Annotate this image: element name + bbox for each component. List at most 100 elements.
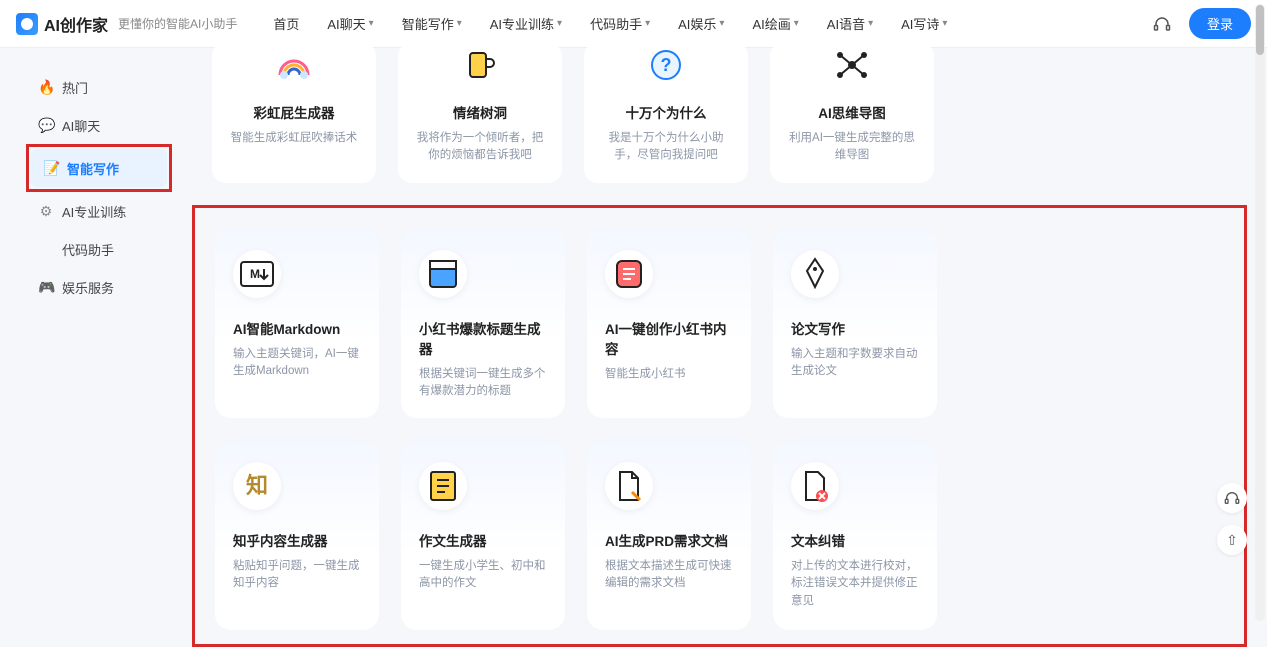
sidebar-label: AI聊天	[62, 116, 100, 135]
card-desc: 智能生成彩虹屁吹捧话术	[231, 130, 358, 147]
tool-card[interactable]: 小红书爆款标题生成器 根据关键词一键生成多个有爆款潜力的标题	[401, 228, 565, 419]
sidebar-item-1[interactable]: 💬 AI聊天	[26, 106, 210, 144]
grid-row: M AI智能Markdown 输入主题关键词，AI一键生成Markdown 小红…	[215, 228, 1224, 419]
feature-card[interactable]: AI思维导图 利用AI一键生成完整的思维导图	[770, 42, 934, 183]
sidebar-icon: 🎮	[38, 279, 54, 296]
tool-card[interactable]: M AI智能Markdown 输入主题关键词，AI一键生成Markdown	[215, 228, 379, 419]
chevron-down-icon: ▾	[645, 18, 650, 29]
card-title: AI一键创作小红书内容	[605, 318, 733, 358]
sidebar-item-3[interactable]: ⚙ AI专业训练	[26, 192, 210, 230]
header-right: 登录	[1153, 8, 1251, 39]
sidebar-item-4[interactable]: 代码助手	[26, 230, 210, 268]
writing-tools-grid: M AI智能Markdown 输入主题关键词，AI一键生成Markdown 小红…	[192, 205, 1247, 647]
tool-card[interactable]: 知 知乎内容生成器 粘贴知乎问题，一键生成知乎内容	[215, 440, 379, 630]
sidebar-label: 娱乐服务	[62, 278, 114, 297]
top-nav: 首页AI聊天▾智能写作▾AI专业训练▾代码助手▾AI娱乐▾AI绘画▾AI语音▾A…	[273, 14, 947, 33]
rainbow-icon	[271, 42, 317, 88]
sidebar-item-0[interactable]: 🔥热门	[26, 68, 210, 106]
grid-row: 知 知乎内容生成器 粘贴知乎问题，一键生成知乎内容 作文生成器 一键生成小学生、…	[215, 440, 1224, 630]
sidebar-icon: 🔥	[38, 79, 54, 96]
nav-item-3[interactable]: AI专业训练▾	[490, 14, 562, 33]
tool-card[interactable]: 论文写作 输入主题和字数要求自动生成论文	[773, 228, 937, 419]
back-to-top-icon[interactable]: ⇧	[1217, 525, 1247, 555]
sidebar-item-2[interactable]: 📝智能写作	[31, 149, 167, 187]
nav-item-1[interactable]: AI聊天 ▾	[327, 14, 373, 33]
card-title: AI思维导图	[818, 102, 886, 122]
login-button[interactable]: 登录	[1189, 8, 1251, 39]
card-title: 小红书爆款标题生成器	[419, 318, 547, 358]
nav-label: AI语音	[827, 14, 865, 33]
tool-card[interactable]: 作文生成器 一键生成小学生、初中和高中的作文	[401, 440, 565, 630]
card-desc: 智能生成小红书	[605, 366, 733, 383]
chevron-down-icon: ▾	[719, 18, 724, 29]
nav-item-6[interactable]: AI绘画▾	[752, 14, 798, 33]
sidebar-label: AI专业训练	[62, 202, 126, 221]
question-icon: ?	[643, 42, 689, 88]
card-desc: 根据文本描述生成可快速编辑的需求文档	[605, 558, 733, 593]
cup-icon	[457, 42, 503, 88]
floating-actions: ⇧	[1217, 483, 1247, 555]
card-title: 十万个为什么	[626, 102, 707, 122]
logo-icon	[16, 13, 38, 35]
sidebar-icon: ⚙	[38, 203, 54, 220]
tool-card[interactable]: AI生成PRD需求文档 根据文本描述生成可快速编辑的需求文档	[587, 440, 751, 630]
card-desc: 粘贴知乎问题，一键生成知乎内容	[233, 558, 361, 593]
card-desc: 一键生成小学生、初中和高中的作文	[419, 558, 547, 593]
chevron-down-icon: ▾	[369, 18, 374, 29]
scrollbar-thumb[interactable]	[1256, 5, 1264, 55]
note-icon	[605, 250, 653, 298]
svg-text:M: M	[250, 267, 260, 281]
nav-label: AI娱乐	[678, 14, 716, 33]
card-title: 作文生成器	[419, 530, 547, 550]
nav-item-8[interactable]: AI写诗▾	[901, 14, 947, 33]
nav-item-0[interactable]: 首页	[273, 14, 299, 33]
card-desc: 利用AI一键生成完整的思维导图	[788, 130, 916, 165]
card-desc: 对上传的文本进行校对，标注错误文本并提供修正意见	[791, 558, 919, 610]
card-title: 情绪树洞	[453, 102, 507, 122]
nav-label: 首页	[273, 14, 299, 33]
card-title: AI生成PRD需求文档	[605, 530, 733, 550]
doc-icon	[419, 462, 467, 510]
brand-name: AI创作家	[44, 12, 108, 36]
nav-label: AI写诗	[901, 14, 939, 33]
support-icon[interactable]	[1217, 483, 1247, 513]
feature-card[interactable]: 情绪树洞 我将作为一个倾听者，把你的烦恼都告诉我吧	[398, 42, 562, 183]
tool-card[interactable]: 文本纠错 对上传的文本进行校对，标注错误文本并提供修正意见	[773, 440, 937, 630]
chevron-down-icon: ▾	[457, 18, 462, 29]
sidebar-label: 代码助手	[62, 240, 114, 259]
nav-item-4[interactable]: 代码助手▾	[590, 14, 650, 33]
scrollbar[interactable]	[1255, 4, 1265, 621]
zhi-icon: 知	[233, 462, 281, 510]
sidebar-icon: 📝	[43, 160, 59, 177]
feature-card[interactable]: ? 十万个为什么 我是十万个为什么小助手，尽管向我提问吧	[584, 42, 748, 183]
chevron-down-icon: ▾	[557, 18, 562, 29]
brand-logo[interactable]: AI创作家	[16, 12, 108, 36]
card-desc: 输入主题和字数要求自动生成论文	[791, 346, 919, 381]
error-icon	[791, 462, 839, 510]
nav-label: AI聊天	[327, 14, 365, 33]
top-feature-row: 彩虹屁生成器 智能生成彩虹屁吹捧话术 情绪树洞 我将作为一个倾听者，把你的烦恼都…	[212, 42, 1247, 183]
prd-icon	[605, 462, 653, 510]
markdown-icon: M	[233, 250, 281, 298]
sidebar-item-5[interactable]: 🎮 娱乐服务	[26, 268, 210, 306]
card-title: 文本纠错	[791, 530, 919, 550]
svg-text:?: ?	[661, 55, 672, 75]
app-header: AI创作家 更懂你的智能AI小助手 首页AI聊天▾智能写作▾AI专业训练▾代码助…	[0, 0, 1267, 48]
nav-item-2[interactable]: 智能写作▾	[402, 14, 462, 33]
pen-icon	[791, 250, 839, 298]
nav-item-5[interactable]: AI娱乐▾	[678, 14, 724, 33]
card-title: 彩虹屁生成器	[254, 102, 335, 122]
nav-label: AI绘画	[752, 14, 790, 33]
card-desc: 我是十万个为什么小助手，尽管向我提问吧	[602, 130, 730, 165]
feature-card[interactable]: 彩虹屁生成器 智能生成彩虹屁吹捧话术	[212, 42, 376, 183]
nav-label: AI专业训练	[490, 14, 554, 33]
chevron-down-icon: ▾	[868, 18, 873, 29]
headset-icon[interactable]	[1153, 15, 1171, 33]
svg-text:知: 知	[246, 473, 268, 498]
card-title: 知乎内容生成器	[233, 530, 361, 550]
card-desc: 根据关键词一键生成多个有爆款潜力的标题	[419, 366, 547, 401]
tool-card[interactable]: AI一键创作小红书内容 智能生成小红书	[587, 228, 751, 419]
mindmap-icon	[829, 42, 875, 88]
nav-item-7[interactable]: AI语音▾	[827, 14, 873, 33]
sidebar-icon: 💬	[38, 117, 54, 134]
